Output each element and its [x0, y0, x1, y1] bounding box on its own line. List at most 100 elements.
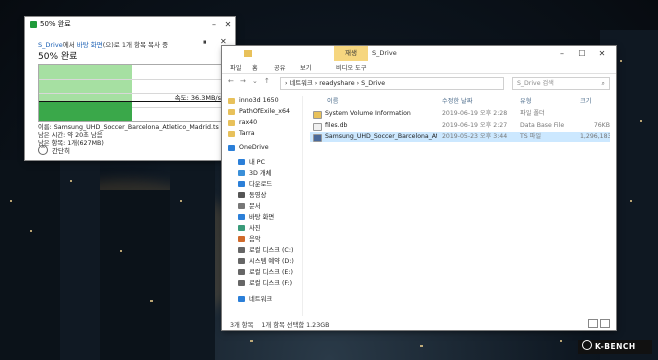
file-name: Samsung_UHD_Soccer_Barcelona_Atleti... — [325, 133, 437, 140]
picture-icon — [238, 224, 245, 231]
column-size[interactable]: 크기 — [580, 96, 591, 105]
nav-item[interactable]: 문서 — [238, 201, 261, 210]
window-title: S_Drive — [372, 49, 397, 57]
status-selected: 1개 항목 선택함 1.23GB — [261, 322, 330, 329]
breadcrumb-s-drive[interactable]: S_Drive — [361, 80, 385, 87]
nav-item-label: OneDrive — [239, 144, 269, 151]
tab-play[interactable]: 재생 — [334, 46, 368, 61]
file-name: System Volume Information — [325, 110, 411, 117]
nav-item[interactable]: 바탕 화면 — [238, 212, 274, 221]
drive-icon — [238, 279, 245, 286]
navigation-pane: inno3d 1650 PathOfExile_x64 rax40 Tarra OneD… — [222, 96, 303, 316]
nav-item[interactable]: 동영상 — [238, 190, 266, 199]
nav-item[interactable]: inno3d 1650 — [228, 96, 279, 105]
column-date[interactable]: 수정한 날짜 — [442, 96, 472, 105]
cancel-copy-button[interactable]: ✕ — [220, 37, 227, 46]
breadcrumb-readyshare[interactable]: readyshare — [319, 80, 354, 87]
folder-icon — [228, 119, 235, 126]
nav-item[interactable]: 3D 개체 — [238, 168, 271, 177]
nav-item[interactable]: PathOfExile_x64 — [228, 107, 290, 116]
progress-titlebar[interactable]: 50% 완료 – ✕ — [25, 17, 235, 31]
pause-button[interactable]: ⏸ — [203, 38, 207, 47]
file-date: 2019-06-19 오후 2:28 — [442, 110, 508, 117]
file-name: files.db — [325, 122, 348, 129]
search-icon: ⌕ — [601, 80, 605, 87]
forward-icon[interactable]: → — [240, 77, 246, 85]
up-icon[interactable]: ↑ — [264, 77, 270, 85]
cube-icon — [238, 169, 245, 176]
file-icon — [313, 134, 322, 142]
address-bar[interactable]: › 네트워크 › readyshare › S_Drive — [280, 77, 504, 90]
nav-item[interactable]: Tarra — [228, 129, 255, 138]
close-button[interactable]: ✕ — [592, 46, 612, 61]
maximize-button[interactable]: ☐ — [572, 46, 592, 61]
nav-item[interactable]: 다운로드 — [238, 179, 272, 188]
time-left-line: 남은 시간: 약 20초 남음 — [38, 132, 103, 139]
source-link[interactable]: S_Drive — [38, 41, 63, 49]
nav-item-label: 사진 — [249, 225, 261, 232]
download-icon — [238, 180, 245, 187]
minimize-button[interactable]: – — [552, 46, 572, 61]
breadcrumb-network[interactable]: 네트워크 — [290, 80, 313, 87]
details-view-button[interactable] — [588, 319, 598, 328]
nav-item-label: inno3d 1650 — [239, 97, 279, 104]
file-row[interactable]: files.db 2019-06-19 오후 2:27 Data Base File… — [310, 121, 610, 131]
close-button[interactable]: ✕ — [221, 20, 235, 29]
nav-item[interactable]: 로컬 디스크 (C:) — [238, 245, 293, 254]
destination-link[interactable]: 바탕 화면 — [77, 41, 103, 49]
nav-item[interactable]: 네트워크 — [238, 294, 272, 303]
drive-icon — [238, 246, 245, 253]
chevron-up-icon: ^ — [38, 145, 48, 155]
file-row[interactable]: Samsung_UHD_Soccer_Barcelona_Atleti... 20… — [310, 132, 610, 142]
tab-view[interactable]: 보기 — [300, 63, 311, 72]
window-controls: – ☐ ✕ — [552, 46, 612, 61]
nav-item-label: 네트워크 — [249, 296, 273, 303]
status-count: 3개 항목 — [230, 322, 254, 329]
icons-view-button[interactable] — [600, 319, 610, 328]
nav-item[interactable]: 로컬 디스크 (E:) — [238, 267, 293, 276]
nav-item-label: 로컬 디스크 (E:) — [249, 269, 293, 276]
file-row[interactable]: System Volume Information 2019-06-19 오후 2… — [310, 109, 610, 119]
explorer-titlebar[interactable]: 재생 S_Drive – ☐ ✕ — [222, 46, 616, 61]
column-name[interactable]: 이름 — [327, 96, 338, 105]
folder-icon — [313, 111, 322, 119]
nav-item[interactable]: rax40 — [228, 118, 257, 127]
nav-item-label: 시스템 예약 (D:) — [249, 258, 294, 265]
network-icon — [238, 295, 245, 302]
nav-item[interactable]: 음악 — [238, 234, 261, 243]
nav-item[interactable]: 내 PC — [238, 157, 265, 166]
column-type[interactable]: 유형 — [520, 96, 531, 105]
copy-line-suffix: (으)로 1개 항목 복사 중 — [102, 41, 169, 49]
tab-video-tools[interactable]: 비디오 도구 — [336, 63, 366, 72]
graph-grid-line — [39, 79, 225, 80]
copy-line-text: 에서 — [62, 41, 77, 49]
nav-item[interactable]: OneDrive — [228, 143, 269, 152]
nav-item[interactable]: 로컬 디스크 (F:) — [238, 278, 292, 287]
recent-icon[interactable]: ⌄ — [252, 77, 258, 85]
speed-area — [39, 101, 132, 121]
minimize-button[interactable]: – — [207, 20, 221, 29]
file-name-line: 이름: Samsung_UHD_Soccer_Barcelona_Atletic… — [38, 124, 219, 131]
nav-item-label: 3D 개체 — [249, 170, 272, 177]
nav-item-label: 로컬 디스크 (C:) — [249, 247, 294, 254]
column-headers: 이름 수정한 날짜 유형 크기 — [313, 96, 613, 106]
collapse-details-button[interactable]: ^ 간단히 — [38, 145, 70, 155]
nav-item[interactable]: 사진 — [238, 223, 261, 232]
video-icon — [238, 191, 245, 198]
nav-item-label: Tarra — [239, 130, 255, 137]
nav-item-label: 동영상 — [249, 192, 267, 199]
nav-item[interactable]: 시스템 예약 (D:) — [238, 256, 294, 265]
collapse-label: 간단히 — [52, 147, 70, 155]
tab-share[interactable]: 공유 — [274, 63, 285, 72]
tab-file[interactable]: 파일 — [230, 63, 241, 72]
back-icon[interactable]: ← — [228, 77, 234, 85]
desktop-icon — [238, 213, 245, 220]
progress-title: 50% 완료 — [40, 20, 71, 28]
file-size: 1,296,183... — [580, 133, 610, 140]
address-bar-row: ← → ⌄ ↑ › 네트워크 › readyshare › S_Drive S_… — [222, 75, 616, 90]
nav-item-label: 음악 — [249, 236, 261, 243]
tab-home[interactable]: 홈 — [252, 63, 258, 72]
search-input[interactable]: S_Drive 검색 ⌕ — [512, 77, 610, 90]
folder-icon — [228, 130, 235, 137]
file-icon — [313, 123, 322, 131]
